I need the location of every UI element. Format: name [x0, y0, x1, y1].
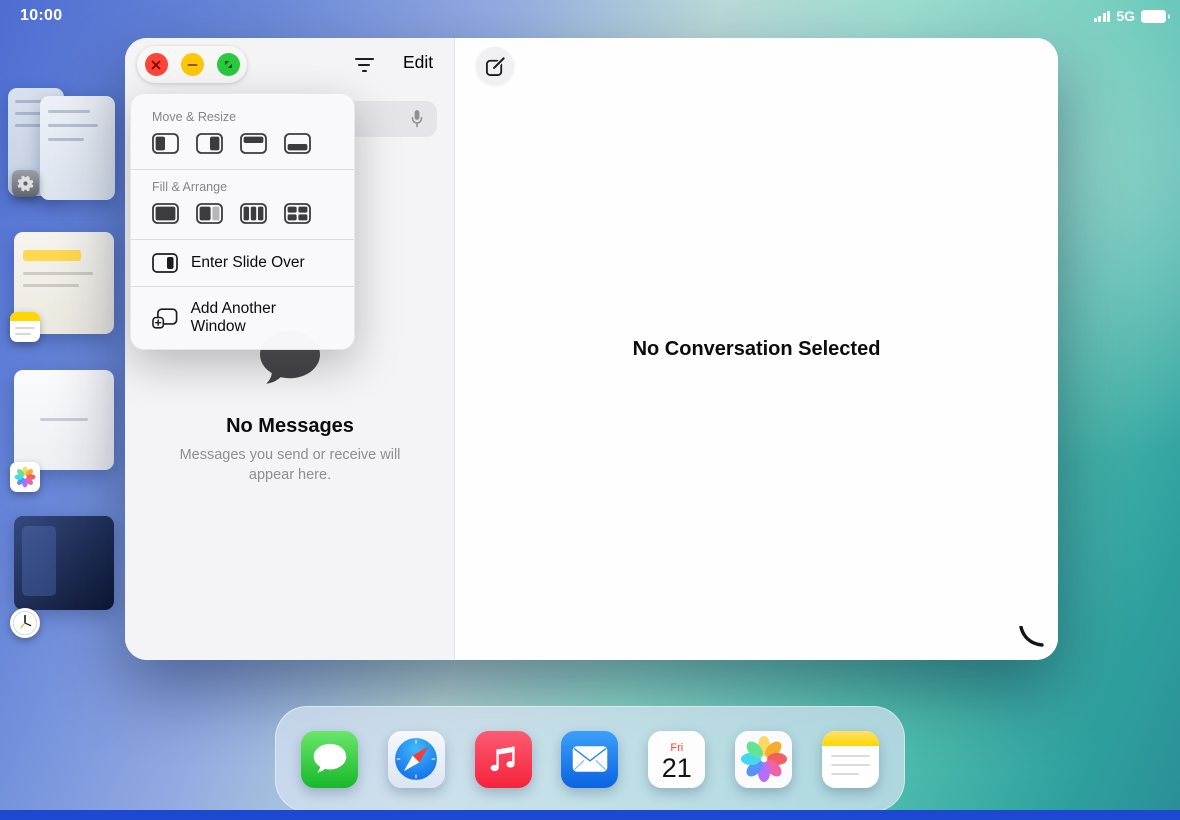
music-note-icon — [487, 743, 519, 775]
compose-icon — [485, 56, 506, 77]
menu-item-label: Enter Slide Over — [191, 254, 305, 272]
recent-app-settings-thumbnail-front[interactable] — [40, 96, 115, 200]
notes-icon-header — [10, 312, 40, 321]
move-right-half-icon[interactable] — [196, 133, 223, 157]
menu-divider — [131, 169, 354, 170]
conversation-detail-pane: No Conversation Selected — [455, 38, 1058, 660]
move-bottom-half-icon[interactable] — [284, 133, 311, 157]
mail-envelope-icon — [570, 743, 610, 775]
minimize-button[interactable] — [181, 53, 204, 76]
messages-bubble-icon — [312, 742, 348, 776]
slide-over-icon — [152, 253, 178, 273]
minimize-icon — [187, 60, 198, 70]
menu-item-add-another-window[interactable]: Add Another Window — [131, 287, 354, 349]
add-window-icon — [152, 308, 178, 329]
clock-app-icon-small[interactable] — [10, 608, 40, 638]
compose-button[interactable] — [476, 47, 514, 85]
three-columns-icon[interactable] — [240, 203, 267, 227]
close-icon — [151, 60, 161, 70]
move-resize-options — [152, 133, 333, 157]
move-top-half-icon[interactable] — [240, 133, 267, 157]
cellular-signal-icon — [1094, 11, 1111, 22]
menu-section-title-fill-arrange: Fill & Arrange — [152, 180, 354, 194]
fullscreen-button[interactable] — [217, 53, 240, 76]
photos-flower-icon — [741, 736, 787, 782]
photos-flower-icon — [14, 466, 36, 488]
no-conversation-label: No Conversation Selected — [633, 338, 881, 361]
move-left-half-icon[interactable] — [152, 133, 179, 157]
notes-icon-body — [822, 746, 879, 788]
status-time: 10:00 — [20, 7, 62, 25]
dock: Fri 21 — [275, 706, 905, 812]
settings-app-icon[interactable] — [12, 170, 39, 197]
mic-icon[interactable] — [409, 108, 425, 135]
menu-section-title-move-resize: Move & Resize — [152, 110, 354, 124]
no-messages-title: No Messages — [125, 415, 455, 438]
window-controls — [137, 46, 247, 83]
resize-handle-icon — [1016, 626, 1044, 648]
recent-app-dark-thumbnail[interactable] — [14, 516, 114, 610]
fill-arrange-options — [152, 203, 333, 227]
filter-icon[interactable] — [348, 51, 380, 79]
photos-app-icon-small[interactable] — [10, 462, 40, 492]
notes-app-icon-small[interactable] — [10, 312, 40, 342]
notes-icon-header — [822, 731, 879, 746]
menu-item-label: Add Another Window — [191, 300, 333, 336]
fill-screen-icon[interactable] — [152, 203, 179, 227]
fullscreen-icon — [223, 59, 234, 70]
menu-item-enter-slide-over[interactable]: Enter Slide Over — [131, 240, 354, 286]
battery-icon — [1141, 10, 1166, 23]
dock-icon-notes[interactable] — [822, 731, 879, 788]
status-bar: 10:00 5G — [0, 0, 1180, 30]
window-resize-handle[interactable] — [1016, 626, 1044, 653]
no-messages-subtitle: Messages you send or receive will appear… — [167, 446, 413, 485]
clock-icon — [12, 610, 38, 636]
window-controls-menu: Move & Resize Fill & Arrange — [130, 93, 355, 350]
no-messages-empty-state: No Messages Messages you send or receive… — [125, 330, 455, 485]
dock-icon-music[interactable] — [475, 731, 532, 788]
dock-icon-photos[interactable] — [735, 731, 792, 788]
split-view-icon[interactable] — [196, 203, 223, 227]
messages-app-window: Edit No Messages Messages you send or re… — [125, 38, 1058, 660]
network-type-label: 5G — [1116, 8, 1135, 24]
grid-arrange-icon[interactable] — [284, 203, 311, 227]
safari-compass-icon — [393, 736, 439, 782]
edit-button[interactable]: Edit — [403, 52, 433, 73]
calendar-day: 21 — [662, 754, 692, 782]
ipad-home-screen: 10:00 5G — [0, 0, 1180, 820]
recent-app-photos-thumbnail[interactable] — [14, 370, 114, 470]
dock-icon-calendar[interactable]: Fri 21 — [648, 731, 705, 788]
dock-icon-mail[interactable] — [561, 731, 618, 788]
dock-icon-messages[interactable] — [301, 731, 358, 788]
close-button[interactable] — [145, 53, 168, 76]
gear-icon — [17, 175, 34, 192]
dock-icon-safari[interactable] — [388, 731, 445, 788]
